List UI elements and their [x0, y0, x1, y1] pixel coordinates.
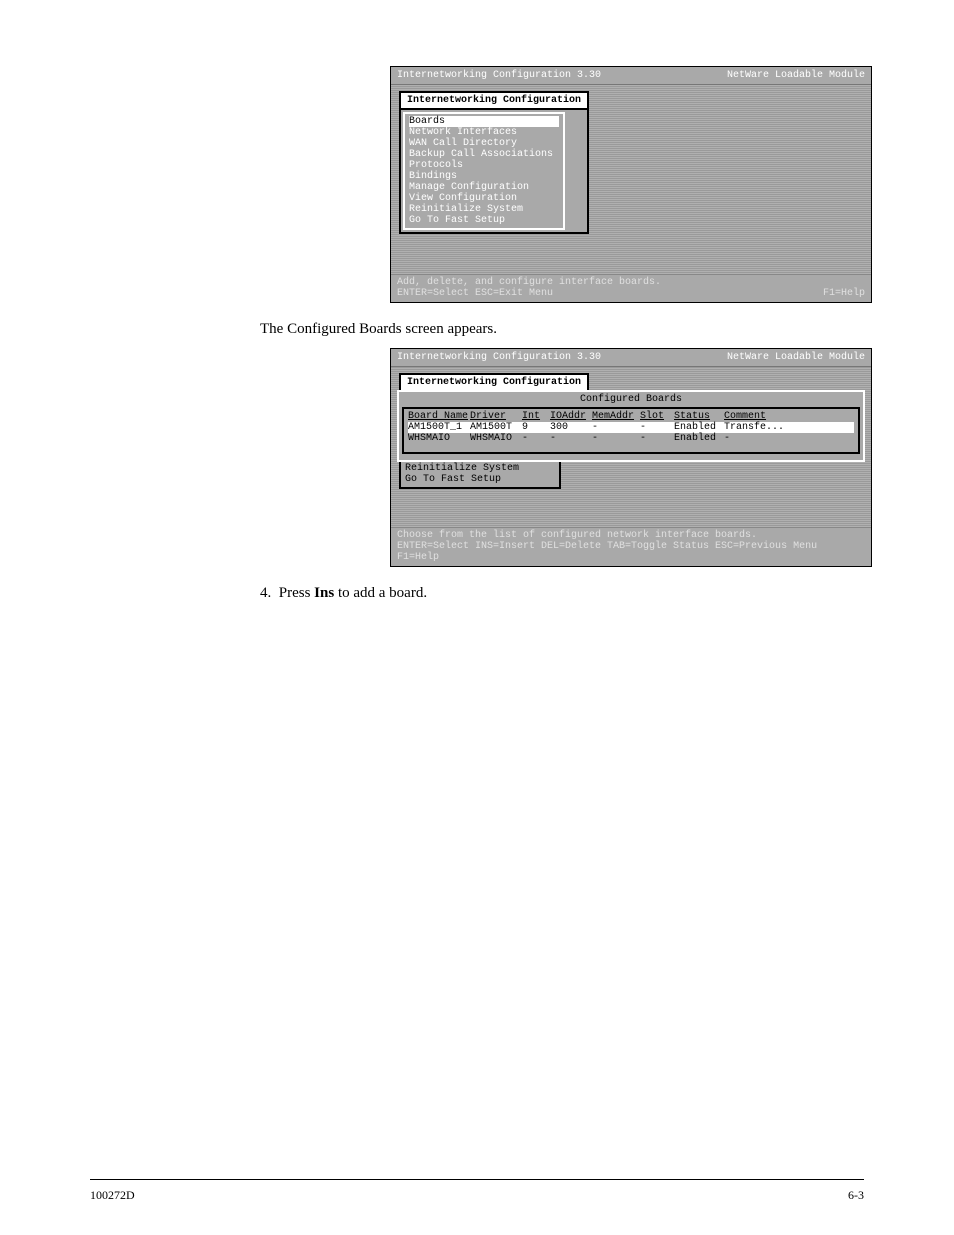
- table-cell: -: [592, 433, 640, 444]
- title-right: NetWare Loadable Module: [727, 70, 865, 81]
- title-left: Internetworking Configuration 3.30: [397, 70, 601, 81]
- table-cell: -: [522, 433, 550, 444]
- col-header: Driver: [470, 411, 522, 422]
- table-cell: 9: [522, 422, 550, 433]
- menu-item[interactable]: Boards: [409, 116, 559, 127]
- status-bar: Choose from the list of configured netwo…: [391, 527, 871, 566]
- menu-item[interactable]: Manage Configuration: [409, 182, 559, 193]
- menu-item: Go To Fast Setup: [405, 474, 555, 485]
- body-step3: The Configured Boards screen appears.: [260, 321, 800, 338]
- col-header: IOAddr: [550, 411, 592, 422]
- status-bar: Add, delete, and configure interface boa…: [391, 274, 871, 302]
- menu-item[interactable]: Network Interfaces: [409, 127, 559, 138]
- boards-table[interactable]: Board NameDriverIntIOAddrMemAddrSlotStat…: [402, 407, 860, 454]
- footer-right: 6-3: [848, 1188, 864, 1203]
- table-cell: AM1500T: [470, 422, 522, 433]
- table-cell: AM1500T_1: [408, 422, 470, 433]
- col-header: Slot: [640, 411, 674, 422]
- table-cell: -: [550, 433, 592, 444]
- table-cell: 300: [550, 422, 592, 433]
- table-cell: -: [640, 422, 674, 433]
- status-line2: ENTER=Select INS=Insert DEL=Delete TAB=T…: [397, 541, 817, 563]
- table-row[interactable]: WHSMAIOWHSMAIO----Enabled-: [408, 433, 854, 444]
- table-header: Board NameDriverIntIOAddrMemAddrSlotStat…: [408, 411, 854, 422]
- col-header: Board Name: [408, 411, 470, 422]
- title-bar: Internetworking Configuration 3.30 NetWa…: [391, 349, 871, 367]
- menu-item[interactable]: Protocols: [409, 160, 559, 171]
- status-line1: Add, delete, and configure interface boa…: [397, 277, 661, 288]
- table-cell: -: [640, 433, 674, 444]
- table-cell: WHSMAIO: [470, 433, 522, 444]
- menu-item: Reinitialize System: [405, 463, 555, 474]
- status-line1: Choose from the list of configured netwo…: [397, 530, 757, 541]
- screenshot-configured-boards: Internetworking Configuration 3.30 NetWa…: [390, 348, 872, 567]
- leftover-menu: Reinitialize SystemGo To Fast Setup: [399, 462, 561, 489]
- status-line2: ENTER=Select ESC=Exit Menu: [397, 288, 553, 299]
- title-right: NetWare Loadable Module: [727, 352, 865, 363]
- table-cell: WHSMAIO: [408, 433, 470, 444]
- screenshot-inetcfg-menu: Internetworking Configuration 3.30 NetWa…: [390, 66, 872, 303]
- table-cell: Enabled: [674, 422, 724, 433]
- title-left: Internetworking Configuration 3.30: [397, 352, 601, 363]
- menu-item[interactable]: View Configuration: [409, 193, 559, 204]
- table-cell: -: [724, 433, 784, 444]
- col-header: Int: [522, 411, 550, 422]
- menu-item[interactable]: WAN Call Directory: [409, 138, 559, 149]
- footer-rule: [90, 1179, 864, 1180]
- table-row[interactable]: AM1500T_1AM1500T9300--EnabledTransfe...: [408, 422, 854, 433]
- col-header: Comment: [724, 411, 784, 422]
- menu-item[interactable]: Bindings: [409, 171, 559, 182]
- panel-title: Internetworking Configuration: [399, 373, 589, 390]
- menu-item[interactable]: Backup Call Associations: [409, 149, 559, 160]
- menu-item[interactable]: Reinitialize System: [409, 204, 559, 215]
- table-cell: -: [592, 422, 640, 433]
- title-bar: Internetworking Configuration 3.30 NetWa…: [391, 67, 871, 85]
- col-header: Status: [674, 411, 724, 422]
- col-header: MemAddr: [592, 411, 640, 422]
- menu-item[interactable]: Go To Fast Setup: [409, 215, 559, 226]
- main-menu[interactable]: BoardsNetwork InterfacesWAN Call Directo…: [403, 112, 565, 230]
- panel-title: Internetworking Configuration: [399, 91, 589, 108]
- footer-left: 100272D: [90, 1188, 135, 1203]
- status-help: F1=Help: [823, 288, 865, 299]
- table-cell: Transfe...: [724, 422, 784, 433]
- table-cell: Enabled: [674, 433, 724, 444]
- boards-title: Configured Boards: [399, 392, 863, 406]
- body-step4: 4. Press Ins to add a board.: [260, 585, 800, 602]
